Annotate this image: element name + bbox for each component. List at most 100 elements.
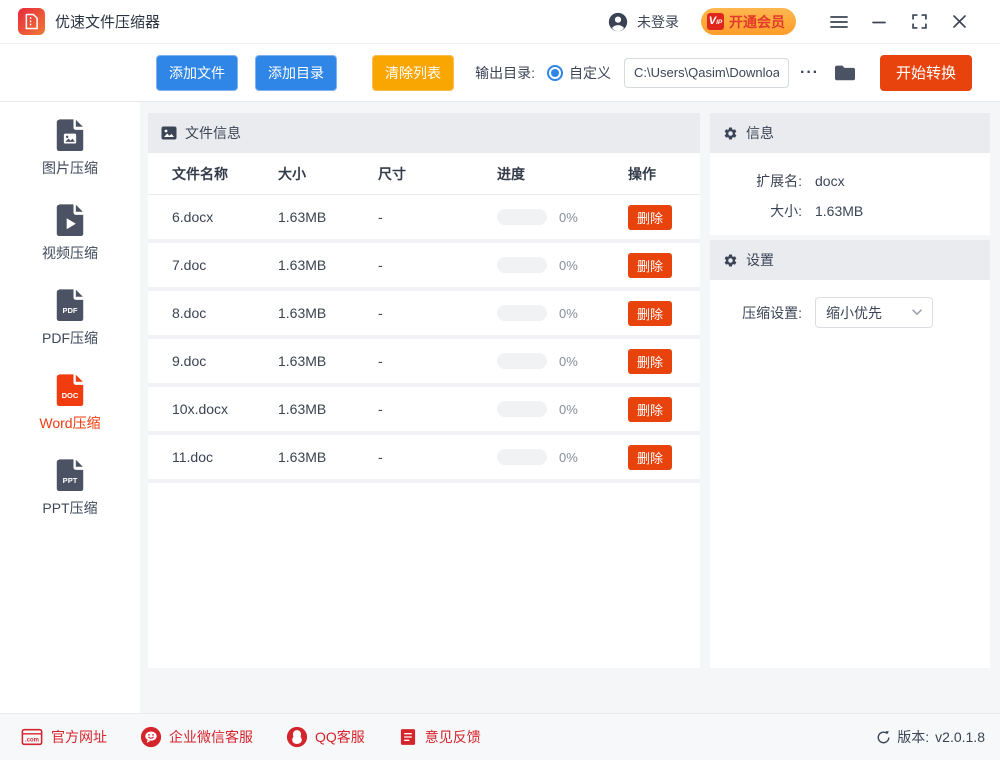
menu-button[interactable]: [822, 7, 856, 37]
app-identity: 优速文件压缩器: [18, 8, 160, 35]
table-row: 10x.docx 1.63MB - 0% 删除: [148, 387, 700, 435]
feedback-label: 意见反馈: [424, 729, 481, 745]
size-value: 1.63MB: [815, 203, 864, 219]
login-label: 未登录: [637, 13, 679, 30]
open-folder-button[interactable]: [834, 64, 856, 82]
sidebar-item-label: PPT压缩: [42, 500, 98, 516]
vip-icon: VIP: [707, 13, 724, 30]
progress-bar: [497, 401, 547, 417]
settings-panel-header: 设置: [710, 240, 990, 280]
toolbar: 添加文件 添加目录 清除列表 输出目录: 自定义 ··· 开始转换: [0, 44, 1000, 102]
progress-label: 0%: [559, 353, 578, 369]
sidebar-item-pdf-compress[interactable]: PDF PDF压缩: [0, 288, 140, 346]
output-path-input[interactable]: [624, 57, 790, 88]
version-label: 版本:: [897, 729, 930, 745]
progress-label: 0%: [559, 209, 578, 225]
footer: .com 官方网址 企业微信客服 QQ客服 意见反馈 版本: v2.0.1.8: [0, 713, 1000, 760]
close-icon: [952, 15, 966, 28]
feedback-icon: [400, 729, 415, 745]
app-window: 优速文件压缩器 未登录 VIP 开通会员 添加文件 添加目录 清除列表 输出目录…: [0, 0, 1000, 760]
progress-cell: 0%: [497, 353, 628, 369]
compress-mode-select[interactable]: 缩小优先: [815, 297, 933, 328]
sidebar-item-label: 视频压缩: [42, 245, 98, 261]
add-file-button[interactable]: 添加文件: [156, 54, 238, 91]
user-icon: [608, 12, 628, 31]
version-value: v2.0.1.8: [935, 729, 985, 745]
custom-output-radio[interactable]: [547, 64, 564, 81]
sidebar-item-ppt-compress[interactable]: PPT PPT压缩: [0, 458, 140, 516]
file-panel-header: 文件信息: [148, 113, 700, 153]
extension-value: docx: [815, 173, 845, 189]
svg-text:PPT: PPT: [63, 476, 78, 485]
sidebar-item-video-compress[interactable]: 视频压缩: [0, 203, 140, 261]
progress-label: 0%: [559, 449, 578, 465]
file-dims: -: [378, 305, 383, 321]
minimize-button[interactable]: [862, 7, 896, 37]
vip-button[interactable]: VIP 开通会员: [701, 8, 796, 35]
sidebar-item-word-compress[interactable]: DOC Word压缩: [0, 373, 140, 431]
official-website-link[interactable]: .com 官方网址: [20, 726, 107, 748]
svg-text:.com: .com: [25, 738, 39, 744]
video-file-icon: [56, 204, 84, 237]
wechat-icon: [140, 726, 162, 748]
delete-button[interactable]: 删除: [628, 252, 672, 278]
compress-mode-value: 缩小优先: [826, 304, 882, 321]
chevron-down-icon: [912, 309, 922, 316]
delete-button[interactable]: 删除: [628, 300, 672, 326]
delete-button[interactable]: 删除: [628, 348, 672, 374]
version-info: 版本: v2.0.1.8: [876, 727, 985, 747]
add-directory-button[interactable]: 添加目录: [255, 54, 337, 91]
compress-setting-row: 压缩设置: 缩小优先: [710, 297, 990, 328]
info-panel: 信息 扩展名: docx 大小: 1.63MB: [710, 113, 990, 235]
hamburger-icon: [830, 15, 848, 28]
maximize-button[interactable]: [902, 7, 936, 37]
file-panel-title: 文件信息: [185, 125, 241, 141]
file-size: 1.63MB: [278, 449, 327, 465]
start-convert-button[interactable]: 开始转换: [880, 54, 972, 91]
file-name: 8.doc: [172, 305, 207, 321]
website-icon: .com: [21, 728, 43, 746]
gear-icon: [724, 254, 737, 266]
file-table-body: 6.docx 1.63MB - 0% 删除 7.doc 1.63MB - 0% …: [148, 195, 700, 483]
titlebar: 优速文件压缩器 未登录 VIP 开通会员: [0, 0, 1000, 44]
wechat-support-link[interactable]: 企业微信客服: [140, 726, 253, 748]
file-size: 1.63MB: [278, 305, 327, 321]
file-dims: -: [378, 353, 383, 369]
file-name: 11.doc: [172, 449, 213, 465]
app-logo-icon: [18, 8, 45, 35]
file-dims: -: [378, 257, 383, 273]
progress-label: 0%: [559, 257, 578, 273]
progress-label: 0%: [559, 305, 578, 321]
wechat-support-label: 企业微信客服: [169, 729, 253, 745]
table-row: 9.doc 1.63MB - 0% 删除: [148, 339, 700, 387]
delete-button[interactable]: 删除: [628, 396, 672, 422]
file-dims: -: [378, 449, 383, 465]
window-controls: [822, 7, 976, 37]
image-file-icon: [56, 119, 84, 152]
delete-button[interactable]: 删除: [628, 204, 672, 230]
feedback-link[interactable]: 意见反馈: [398, 726, 481, 748]
close-button[interactable]: [942, 7, 976, 37]
table-row: 7.doc 1.63MB - 0% 删除: [148, 243, 700, 291]
qq-support-link[interactable]: QQ客服: [286, 726, 365, 748]
progress-bar: [497, 209, 547, 225]
delete-button[interactable]: 删除: [628, 444, 672, 470]
sidebar: 图片压缩 视频压缩 PDF PDF压缩 DOC Word压缩 PPT PPT压缩: [0, 102, 140, 713]
vip-label: 开通会员: [729, 13, 785, 30]
login-status[interactable]: 未登录: [607, 11, 679, 33]
progress-cell: 0%: [497, 305, 628, 321]
sidebar-item-image-compress[interactable]: 图片压缩: [0, 118, 140, 176]
file-size: 1.63MB: [278, 353, 327, 369]
table-row: 11.doc 1.63MB - 0% 删除: [148, 435, 700, 483]
progress-bar: [497, 353, 547, 369]
app-title: 优速文件压缩器: [55, 14, 161, 31]
clear-list-button[interactable]: 清除列表: [372, 54, 454, 91]
progress-cell: 0%: [497, 209, 628, 225]
info-panel-title: 信息: [746, 125, 774, 141]
right-column: 信息 扩展名: docx 大小: 1.63MB 设置 压缩设置: 缩小优先: [710, 113, 990, 668]
svg-text:DOC: DOC: [62, 391, 79, 400]
extension-label: 扩展名:: [756, 173, 802, 189]
file-table-header: 文件名称 大小 尺寸 进度 操作: [148, 153, 700, 195]
info-panel-header: 信息: [710, 113, 990, 153]
browse-more-button[interactable]: ···: [797, 62, 822, 84]
